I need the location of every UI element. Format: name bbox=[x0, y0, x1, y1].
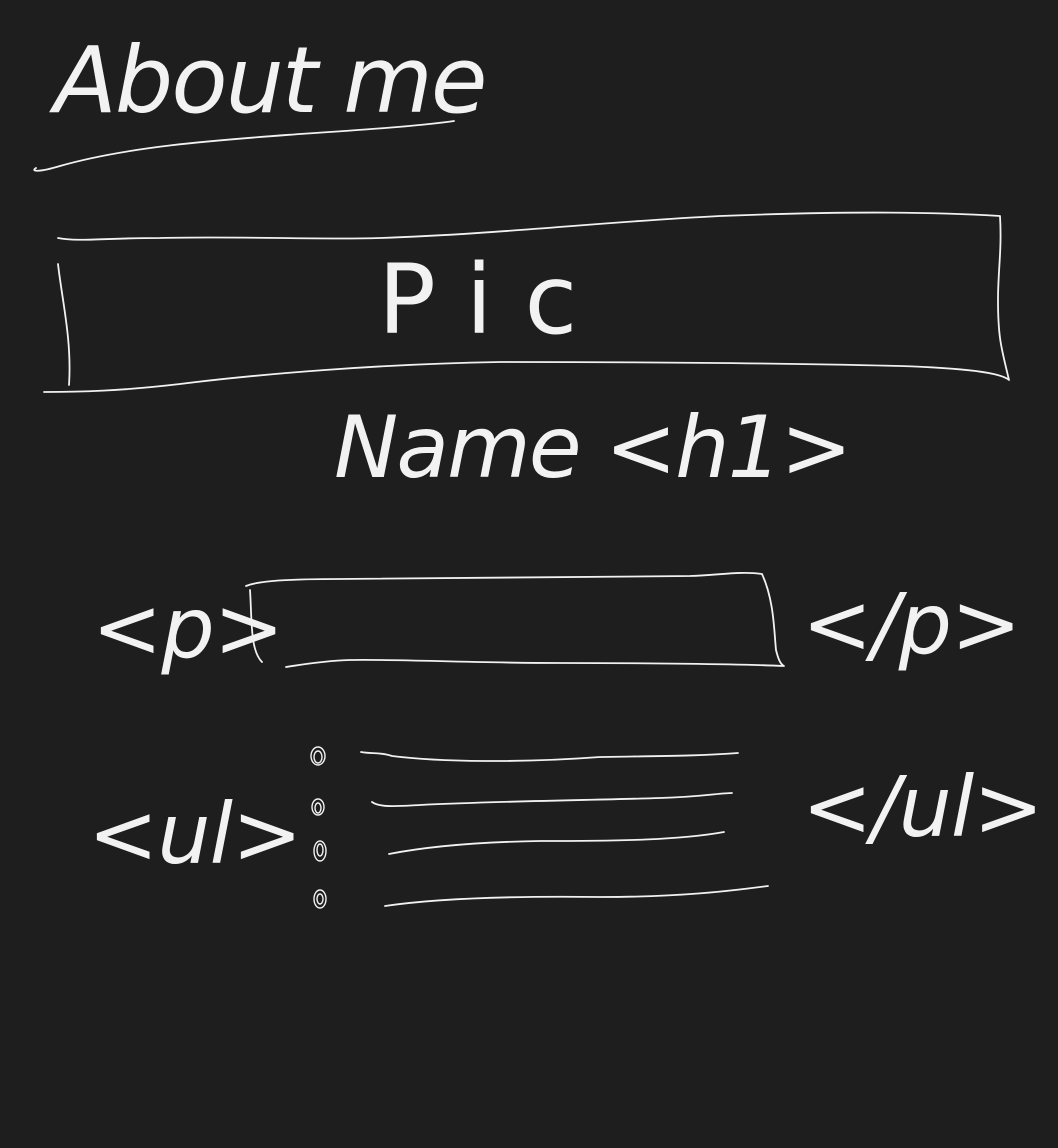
list-close-tag: </ul> bbox=[802, 758, 1043, 856]
list-item-line bbox=[360, 751, 739, 762]
wireframe-sketch: About me Pic Name <h1> <p> </p> <ul> </u… bbox=[33, 27, 1044, 909]
list-bullet bbox=[313, 889, 327, 909]
list-item-line bbox=[388, 831, 725, 855]
list-open-tag: <ul> bbox=[88, 785, 301, 883]
list-item bbox=[310, 746, 739, 766]
paragraph-close-tag: </p> bbox=[802, 575, 1020, 673]
list-bullet-inner bbox=[316, 843, 324, 857]
list-bullet-inner bbox=[314, 802, 322, 814]
list-item bbox=[313, 831, 725, 862]
list-item bbox=[313, 885, 769, 909]
list-item bbox=[311, 792, 733, 816]
sketch-heading: About me bbox=[49, 27, 485, 134]
name-heading-label: Name <h1> bbox=[334, 398, 850, 498]
list-item-line bbox=[371, 792, 733, 808]
list-bullet-inner bbox=[316, 893, 324, 905]
paragraph-box bbox=[245, 572, 785, 668]
list-item-line bbox=[384, 885, 769, 907]
list-items bbox=[310, 746, 769, 909]
picture-label: Pic bbox=[378, 244, 609, 356]
list-bullet-inner bbox=[313, 750, 323, 764]
paragraph-open-tag: <p> bbox=[92, 579, 283, 677]
